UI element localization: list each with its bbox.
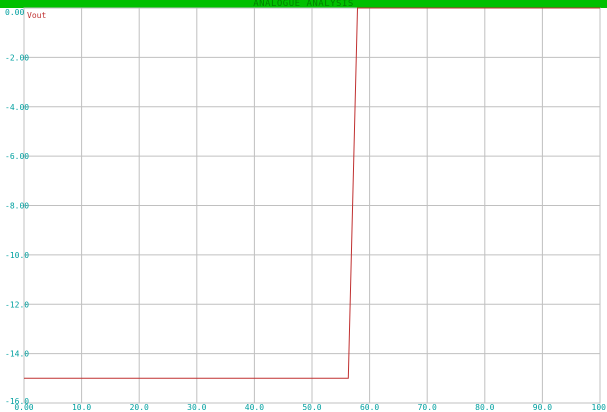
x-tick-label: 70.0: [418, 403, 437, 412]
x-tick-label: 90.0: [533, 403, 552, 412]
y-tick-label: -10.0: [5, 251, 29, 260]
x-tick-label: 0.00: [14, 403, 33, 412]
y-tick-label: 0.00: [5, 8, 24, 17]
x-tick-label: 10.0: [72, 403, 91, 412]
x-tick-label: 20.0: [130, 403, 149, 412]
legend-label: Vout: [27, 11, 46, 20]
x-tick-label: 80.0: [475, 403, 494, 412]
grid-lines: [23, 7, 601, 404]
legend: Vout: [27, 11, 46, 20]
y-tick-label: -6.00: [5, 152, 29, 161]
x-tick-label: 60.0: [360, 403, 379, 412]
y-tick-label: -12.0: [5, 300, 29, 309]
x-axis-ticks: 0.00 10.0 20.0 30.0 40.0 50.0 60.0 70.0 80.0 90.0…: [14, 403, 606, 412]
x-tick-label: 30.0: [187, 403, 206, 412]
x-tick-label: 40.0: [245, 403, 264, 412]
x-tick-label: 50.0: [302, 403, 321, 412]
y-tick-label: -14.0: [5, 350, 29, 359]
y-tick-label: -4.00: [5, 103, 29, 112]
x-tick-label: 100: [592, 403, 607, 412]
y-tick-label: -2.00: [5, 53, 29, 62]
analysis-chart: 0.00-2.00-4.00-6.00-8.00-10.0-12.0-14.0-…: [5, 7, 606, 412]
y-axis-ticks: 0.00-2.00-4.00-6.00-8.00-10.0-12.0-14.0-…: [5, 8, 29, 406]
y-tick-label: -8.00: [5, 202, 29, 211]
